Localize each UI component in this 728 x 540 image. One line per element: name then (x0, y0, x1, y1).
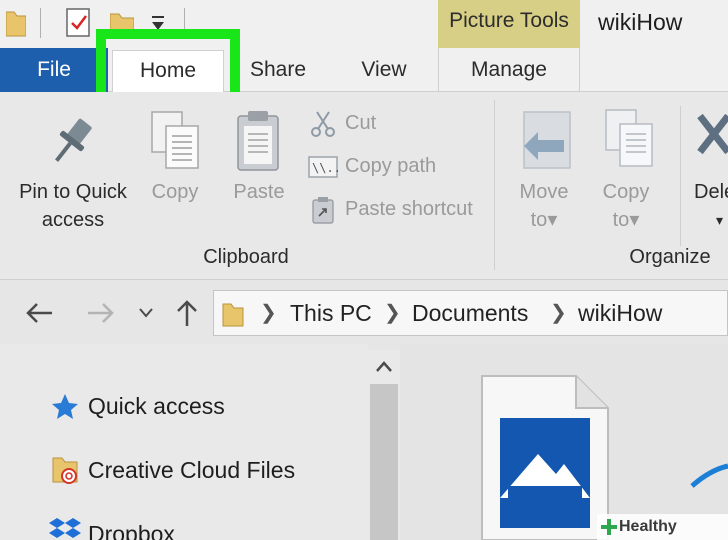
navigation-pane (0, 344, 368, 540)
copy-icon (151, 111, 199, 169)
delete-label: Dele (694, 181, 728, 203)
move-to-line2: to▾ (530, 209, 558, 231)
group-separator (494, 100, 495, 270)
recent-locations-chevron-icon[interactable] (138, 306, 154, 320)
organize-group-label: Organize (629, 246, 711, 268)
nav-item-quick-access[interactable]: Quick access (88, 393, 225, 420)
scrollbar-thumb[interactable] (370, 384, 398, 540)
tab-view[interactable]: View (340, 48, 428, 92)
copy-to-button[interactable]: Copy to▾ (590, 178, 662, 234)
copy-to-icon (605, 109, 653, 167)
dropbox-icon (49, 518, 81, 538)
pin-icon (55, 118, 92, 162)
file-thumbnail-partial (690, 463, 728, 488)
move-to-icon (523, 111, 571, 169)
back-arrow-icon[interactable] (24, 300, 54, 326)
svg-text:\\..: \\.. (312, 161, 338, 175)
delete-icon (697, 113, 728, 155)
image-file-icon[interactable] (480, 374, 610, 540)
up-arrow-icon[interactable] (174, 298, 200, 328)
window-title: wikiHow (598, 9, 683, 35)
nav-item-dropbox[interactable]: Dropbox (88, 521, 175, 540)
paste-shortcut-icon (312, 197, 334, 224)
copy-path-icon: \\.. (308, 156, 338, 178)
delete-dropdown-arrow: ▾ (716, 212, 724, 228)
breadcrumb-chevron-icon[interactable]: ❯ (260, 300, 277, 325)
delete-button[interactable]: Dele ▾ (694, 178, 728, 234)
plus-logo-icon (601, 519, 617, 535)
properties-icon[interactable] (66, 8, 92, 38)
toolbar-separator (40, 8, 41, 38)
group-separator (680, 106, 681, 246)
breadcrumb-wikihow[interactable]: wikiHow (578, 300, 662, 327)
breadcrumb-documents[interactable]: Documents (412, 300, 528, 327)
move-to-line1: Move (519, 181, 569, 203)
pin-label-line2: access (41, 209, 105, 231)
copy-button[interactable]: Copy (140, 178, 210, 206)
watermark-text: Healthy Living (619, 518, 677, 535)
breadcrumb-this-pc[interactable]: This PC (290, 300, 372, 327)
star-icon (52, 394, 78, 419)
tab-manage[interactable]: Manage (438, 48, 580, 92)
scroll-up-arrow-icon[interactable] (375, 360, 393, 374)
pin-to-quick-access-label[interactable]: Pin to Quick access (0, 178, 146, 234)
paste-shortcut-button[interactable]: Paste shortcut (345, 198, 473, 221)
move-to-button[interactable]: Move to▾ (504, 178, 584, 234)
cut-button[interactable]: Cut (345, 112, 376, 135)
tab-share[interactable]: Share (232, 48, 324, 92)
copy-to-line1: Copy (602, 181, 650, 203)
copy-to-line2: to▾ (612, 209, 640, 231)
nav-item-creative-cloud-files[interactable]: Creative Cloud Files (88, 457, 295, 484)
picture-tools-label: Picture Tools (449, 9, 569, 32)
breadcrumb-chevron-icon[interactable]: ❯ (384, 300, 401, 325)
scissors-icon (311, 111, 335, 137)
copy-path-button[interactable]: Copy path (345, 155, 436, 178)
folder-icon[interactable] (6, 8, 26, 38)
tab-file[interactable]: File (0, 48, 108, 92)
forward-arrow-icon[interactable] (86, 300, 116, 326)
creative-cloud-folder-icon (52, 457, 78, 484)
paste-button[interactable]: Paste (224, 178, 294, 206)
breadcrumb-chevron-icon[interactable]: ❯ (550, 300, 567, 325)
paste-icon (237, 111, 279, 171)
clipboard-group-label: Clipboard (203, 246, 289, 268)
pin-label-line1: Pin to Quick (19, 181, 127, 203)
folder-icon (222, 303, 244, 327)
